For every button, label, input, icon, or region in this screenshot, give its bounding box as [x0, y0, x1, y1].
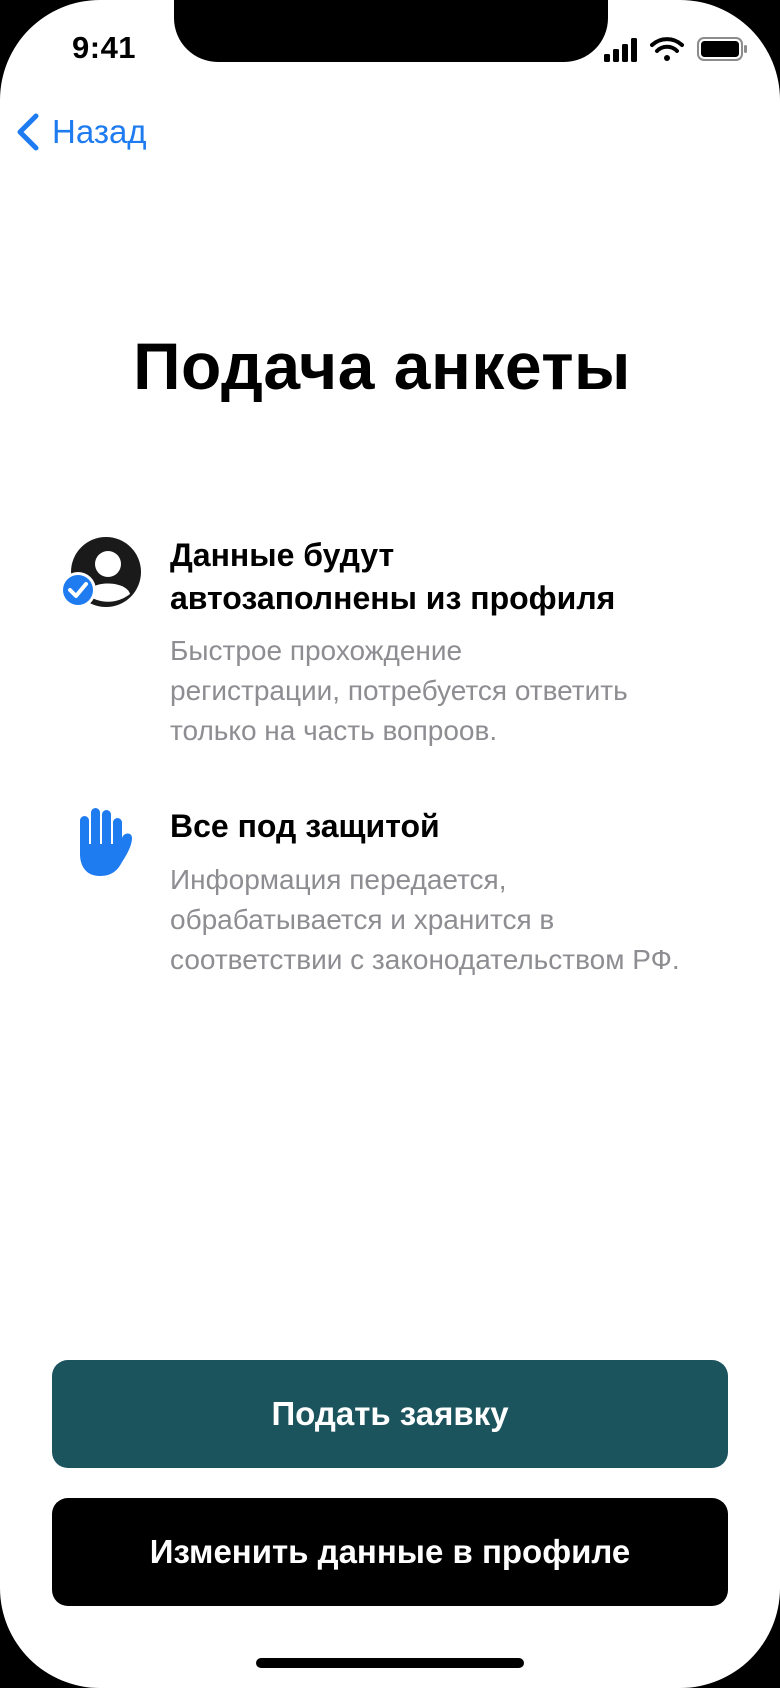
wifi-icon — [650, 37, 684, 61]
feature-autofill-title-line: автозаполнены из профиля — [170, 580, 616, 616]
feature-autofill-title: Данные будут автозаполнены из профиля — [170, 534, 730, 620]
home-indicator[interactable] — [256, 1658, 524, 1668]
screen: 9:41 Назад Подача анкеты Данные будут ав… — [0, 0, 780, 1688]
status-time: 9:41 — [72, 30, 137, 65]
feature-security-title: Все под защитой — [170, 805, 730, 848]
back-button[interactable]: Назад — [14, 108, 147, 156]
chevron-left-icon — [17, 113, 39, 151]
status-icons — [604, 37, 747, 62]
feature-autofill-desc-line: Быстрое прохождение — [170, 635, 463, 666]
device-notch — [174, 0, 608, 62]
edit-profile-label: Изменить данные в профиле — [149, 1533, 631, 1570]
feature-autofill-title-line: Данные будут — [170, 537, 395, 573]
feature-security-desc-line: Информация передается, — [170, 864, 507, 895]
feature-autofill-description: Быстрое прохождение регистрации, потребу… — [170, 631, 760, 751]
feature-security-desc-line: соответствии с законодательством РФ. — [170, 944, 680, 975]
hand-stop-icon — [80, 808, 132, 876]
feature-autofill-desc-line: регистрации, потребуется ответить — [170, 675, 628, 706]
submit-application-label: Подать заявку — [271, 1395, 509, 1432]
feature-security-description: Информация передается, обрабатывается и … — [170, 860, 760, 980]
battery-icon — [697, 37, 747, 61]
page-title: Подача анкеты — [133, 329, 631, 403]
profile-check-icon — [60, 537, 141, 608]
cellular-signal-icon — [604, 38, 637, 62]
edit-profile-button[interactable]: Изменить данные в профиле — [52, 1498, 728, 1606]
submit-application-button[interactable]: Подать заявку — [52, 1360, 728, 1468]
feature-autofill-desc-line: только на часть вопроов. — [170, 715, 498, 746]
feature-security-desc-line: обрабатывается и хранится в — [170, 904, 555, 935]
back-label: Назад — [52, 113, 147, 150]
feature-security-title-line: Все под защитой — [170, 808, 440, 844]
